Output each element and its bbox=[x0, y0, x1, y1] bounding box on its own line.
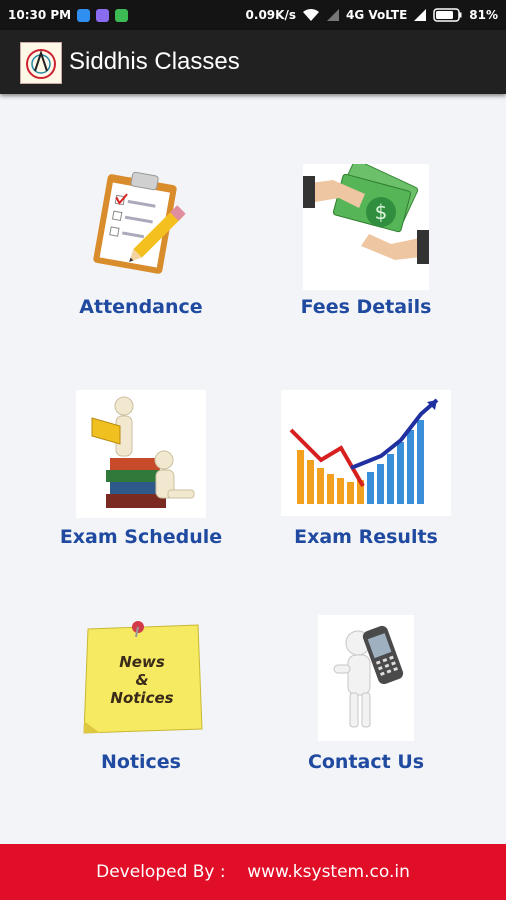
exam-schedule-label: Exam Schedule bbox=[59, 526, 223, 548]
developer-footer: Developed By : www.ksystem.co.in bbox=[0, 844, 506, 900]
signal-icon bbox=[326, 9, 339, 21]
app-title: Siddhis Classes bbox=[69, 48, 240, 75]
status-bar: 10:30 PM 0.09K/s 4G VoLTE 81% bbox=[0, 0, 506, 30]
exam-schedule-tile[interactable]: Exam Schedule bbox=[26, 390, 256, 560]
whatsapp-icon bbox=[115, 8, 129, 22]
battery-icon bbox=[433, 8, 462, 22]
news-notices-note-text: News bbox=[119, 653, 165, 671]
contact-us-tile[interactable]: Contact Us bbox=[251, 615, 481, 785]
exam-results-tile[interactable]: Exam Results bbox=[251, 390, 481, 560]
net-speed: 0.09K/s bbox=[245, 8, 296, 22]
signal-strength-icon bbox=[414, 9, 427, 21]
fees-details-label: Fees Details bbox=[300, 296, 432, 318]
app-notification-icon bbox=[96, 8, 110, 22]
developer-link[interactable]: www.ksystem.co.in bbox=[247, 862, 410, 882]
svg-text:$: $ bbox=[375, 200, 388, 224]
money-exchange-icon: $ bbox=[303, 164, 429, 290]
wifi-icon bbox=[302, 8, 319, 21]
person-phone-icon bbox=[318, 615, 414, 741]
svg-text:&: & bbox=[135, 671, 148, 689]
footer-prefix: Developed By : bbox=[96, 862, 226, 882]
footer-spacer bbox=[226, 862, 248, 882]
app-bar: Siddhis Classes bbox=[0, 30, 506, 94]
status-time: 10:30 PM bbox=[8, 8, 72, 22]
exam-results-label: Exam Results bbox=[294, 526, 438, 548]
app-logo bbox=[20, 42, 62, 84]
attendance-tile[interactable]: Attendance bbox=[26, 160, 256, 330]
notices-tile[interactable]: News & Notices Notices bbox=[26, 615, 256, 785]
contact-us-label: Contact Us bbox=[307, 751, 425, 773]
attendance-label: Attendance bbox=[79, 296, 203, 318]
reading-books-icon bbox=[76, 390, 206, 518]
notification-icon bbox=[77, 8, 91, 22]
network-type: 4G VoLTE bbox=[345, 8, 408, 22]
growth-bar-chart-icon bbox=[281, 390, 451, 516]
svg-text:Notices: Notices bbox=[110, 689, 173, 707]
notices-label: Notices bbox=[100, 751, 181, 773]
battery-level: 81% bbox=[469, 8, 498, 22]
news-notices-note-icon: News & Notices bbox=[83, 621, 203, 734]
fees-details-tile[interactable]: $ Fees Details bbox=[251, 160, 481, 330]
clipboard-pencil-icon bbox=[93, 171, 186, 274]
